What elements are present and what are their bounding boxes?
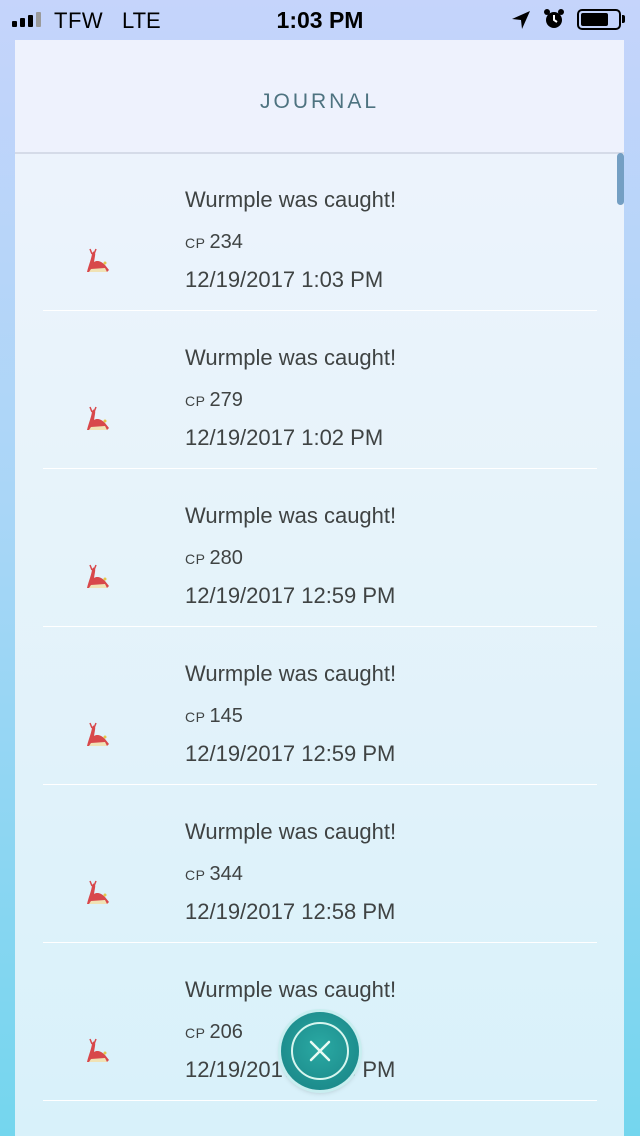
journal-panel: JOURNAL Wurmple was caught! CP 234 12/19/… — [15, 40, 624, 1136]
wurmple-icon — [87, 722, 109, 746]
entry-title: Wurmple was caught! — [185, 503, 397, 528]
journal-entry[interactable]: Wurmple was caught! CP 344 12/19/2017 12:… — [43, 785, 597, 943]
journal-entry[interactable]: Wurmple was caught! CP 234 12/19/2017 1:0… — [43, 153, 597, 311]
entry-cp: CP 344 — [185, 863, 243, 886]
wurmple-icon — [87, 1038, 109, 1062]
cp-label: CP — [185, 235, 206, 251]
journal-entry[interactable]: Wurmple was caught! CP 145 12/19/2017 12:… — [43, 627, 597, 785]
cp-value: 145 — [209, 705, 243, 727]
journal-entry[interactable]: Wurmple was caught! CP 280 12/19/2017 12:… — [43, 469, 597, 627]
journal-list[interactable]: Wurmple was caught! CP 234 12/19/2017 1:0… — [15, 153, 624, 1101]
entry-cp: CP 206 — [185, 1021, 243, 1044]
cp-label: CP — [185, 709, 206, 725]
entry-title: Wurmple was caught! — [185, 661, 397, 686]
entry-title: Wurmple was caught! — [185, 187, 397, 212]
entry-cp: CP 145 — [185, 705, 243, 728]
cp-value: 279 — [209, 389, 243, 411]
entry-title: Wurmple was caught! — [185, 345, 397, 370]
journal-entry[interactable]: Wurmple was caught! CP 279 12/19/2017 1:0… — [43, 311, 597, 469]
cp-value: 344 — [209, 863, 243, 885]
cp-label: CP — [185, 393, 206, 409]
entry-timestamp: 12/19/2017 12:59 PM — [185, 741, 396, 766]
battery-tip — [622, 15, 625, 23]
entry-timestamp: 12/19/2017 12:59 PM — [185, 583, 396, 608]
entry-timestamp: 12/19/2017 1:03 PM — [185, 267, 384, 292]
entry-cp: CP 234 — [185, 231, 243, 254]
entry-timestamp: 12/19/2017 1:02 PM — [185, 425, 384, 450]
location-arrow-icon — [512, 11, 530, 29]
close-icon — [309, 1040, 331, 1062]
cp-label: CP — [185, 551, 206, 567]
entry-cp: CP 280 — [185, 547, 243, 570]
wurmple-icon — [87, 248, 109, 272]
journal-header: JOURNAL — [15, 40, 624, 154]
close-button[interactable] — [281, 1012, 359, 1090]
wurmple-icon — [87, 564, 109, 588]
cp-value: 234 — [209, 231, 243, 253]
status-bar: TFW LTE 1:03 PM — [0, 0, 640, 40]
wurmple-icon — [87, 406, 109, 430]
alarm-clock-icon — [544, 9, 564, 28]
wurmple-icon — [87, 880, 109, 904]
entry-title: Wurmple was caught! — [185, 819, 397, 844]
entry-title: Wurmple was caught! — [185, 977, 397, 1002]
page-title: JOURNAL — [259, 90, 380, 113]
cp-value: 206 — [209, 1021, 243, 1043]
battery-level-fill — [581, 13, 608, 26]
cp-label: CP — [185, 867, 206, 883]
battery-icon — [577, 9, 621, 30]
entry-timestamp: 12/19/2017 12:58 PM — [185, 899, 396, 924]
cp-value: 280 — [209, 547, 243, 569]
entry-cp: CP 279 — [185, 389, 243, 412]
cp-label: CP — [185, 1025, 206, 1041]
